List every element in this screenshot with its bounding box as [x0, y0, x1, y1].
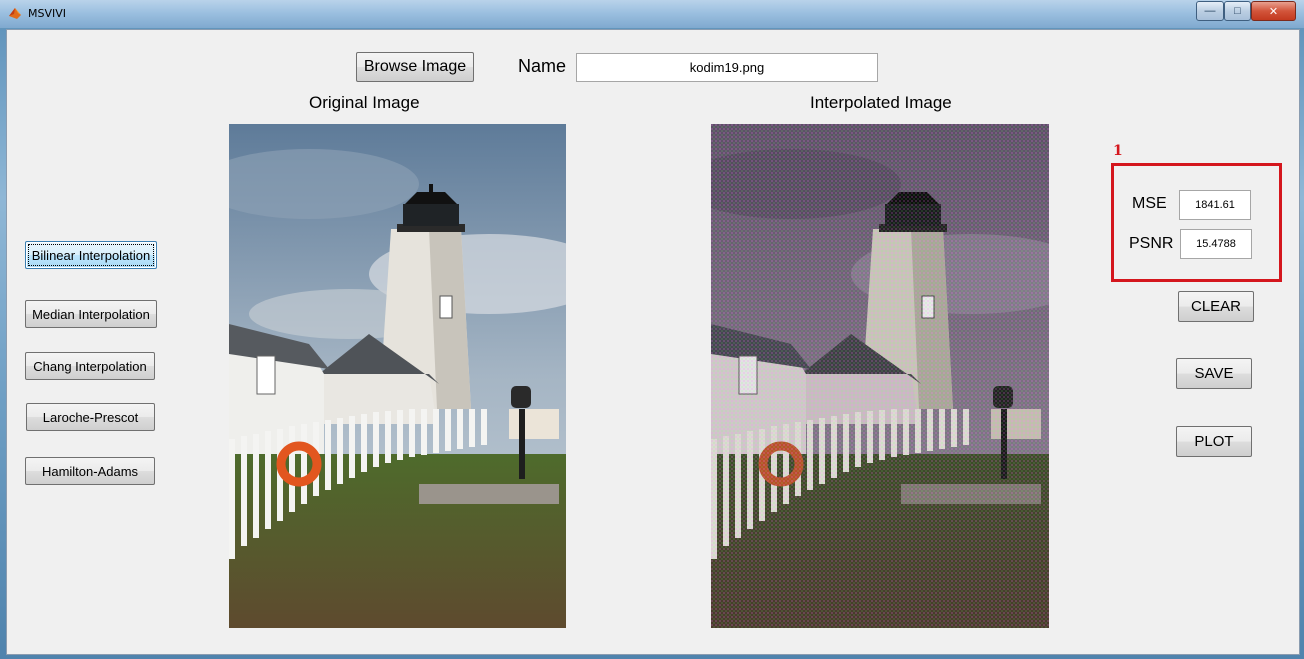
hamilton-adams-button[interactable]: Hamilton-Adams: [25, 457, 155, 485]
original-image-title: Original Image: [309, 93, 420, 112]
figure-client-area: [6, 29, 1300, 655]
title-bar[interactable]: MSVIVI — □ ✕: [0, 0, 1304, 28]
original-image: [229, 124, 566, 628]
name-field[interactable]: kodim19.png: [576, 53, 878, 82]
name-label: Name: [518, 56, 567, 76]
chang-interpolation-button[interactable]: Chang Interpolation: [25, 352, 155, 380]
lighthouse-photo: [229, 124, 566, 628]
bilinear-interpolation-button[interactable]: Bilinear Interpolation: [25, 241, 157, 269]
metrics-highlight-box: [1111, 163, 1282, 282]
median-interpolation-button[interactable]: Median Interpolation: [25, 300, 157, 328]
lighthouse-photo-interpolated: [711, 124, 1049, 628]
maximize-button[interactable]: □: [1224, 1, 1251, 21]
interpolated-image-title: Interpolated Image: [810, 93, 952, 112]
clear-button[interactable]: CLEAR: [1178, 291, 1254, 322]
psnr-label: PSNR: [1129, 235, 1174, 252]
save-button[interactable]: SAVE: [1176, 358, 1252, 389]
psnr-field[interactable]: 15.4788: [1180, 229, 1252, 259]
close-button[interactable]: ✕: [1251, 1, 1296, 21]
minimize-button[interactable]: —: [1196, 1, 1224, 21]
mse-field[interactable]: 1841.61: [1179, 190, 1251, 220]
plot-button[interactable]: PLOT: [1176, 426, 1252, 457]
maximize-icon: □: [1234, 5, 1241, 17]
laroche-prescot-button[interactable]: Laroche-Prescot: [26, 403, 155, 431]
window-title: MSVIVI: [28, 7, 67, 20]
interpolated-image: [711, 124, 1049, 628]
minimize-icon: —: [1204, 5, 1216, 17]
matlab-app-icon: [9, 8, 21, 19]
browse-image-button[interactable]: Browse Image: [356, 52, 474, 82]
mse-label: MSE: [1132, 195, 1167, 212]
close-icon: ✕: [1268, 5, 1279, 18]
annotation-number: 1: [1113, 143, 1123, 159]
